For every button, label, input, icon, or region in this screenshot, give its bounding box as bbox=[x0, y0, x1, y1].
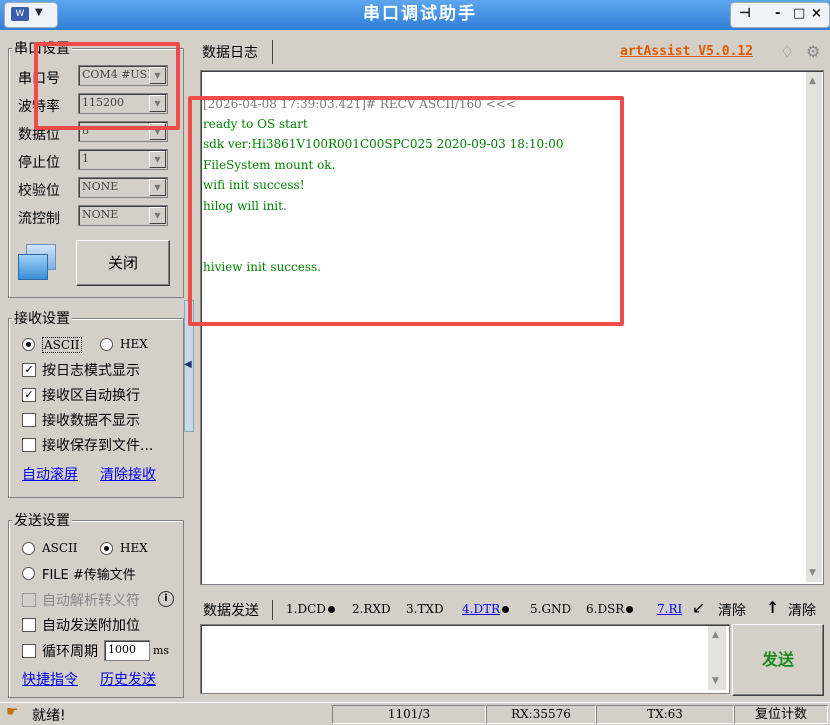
stopbits-label: 停止位 bbox=[18, 155, 60, 171]
pin-dsr: 6.DSR bbox=[586, 602, 634, 616]
send-file-radio[interactable] bbox=[22, 567, 35, 580]
auto-wrap-checkbox[interactable]: ✓ bbox=[22, 388, 36, 402]
status-ready: 就绪! bbox=[32, 708, 66, 724]
highlight-port-baud bbox=[34, 42, 180, 130]
send-button[interactable]: 发送 bbox=[732, 624, 824, 696]
receive-settings-title: 接收设置 bbox=[12, 308, 72, 328]
tab-data-log[interactable]: 数据日志 bbox=[198, 40, 273, 64]
port-status-icon bbox=[18, 244, 58, 280]
log-mode-checkbox[interactable]: ✓ bbox=[22, 363, 36, 377]
send-file-label: FILE #传输文件 bbox=[42, 568, 136, 583]
hide-data-checkbox[interactable] bbox=[22, 413, 36, 427]
send-hex-label: HEX bbox=[120, 541, 148, 555]
auto-scroll-link[interactable]: 自动滚屏 bbox=[22, 464, 78, 484]
save-file-checkbox[interactable] bbox=[22, 438, 36, 452]
send-settings-title: 发送设置 bbox=[12, 510, 72, 530]
log-scrollbar[interactable]: ▲ ▼ bbox=[806, 72, 822, 582]
stopbits-select[interactable]: 1 ▼ bbox=[78, 149, 168, 170]
pin-dcd: 1.DCD bbox=[286, 602, 335, 616]
divider bbox=[272, 600, 273, 620]
chevron-down-icon: ▼ bbox=[149, 179, 166, 196]
window-controls: ⊣ - □ × bbox=[730, 2, 830, 28]
send-input[interactable] bbox=[200, 624, 730, 694]
parity-label: 校验位 bbox=[18, 183, 60, 199]
clear-all-button[interactable]: 清除 bbox=[788, 600, 816, 620]
recv-ascii-label: ASCII bbox=[42, 337, 82, 353]
chevron-left-icon: ◀ bbox=[184, 359, 192, 370]
maximize-button[interactable]: □ bbox=[793, 6, 805, 21]
history-link[interactable]: 历史发送 bbox=[100, 669, 156, 689]
cycle-label: 循环周期 bbox=[42, 644, 98, 660]
pin-ri[interactable]: 7.RI bbox=[657, 602, 685, 616]
hide-data-label: 接收数据不显示 bbox=[42, 413, 140, 429]
status-tx: TX:63 bbox=[596, 705, 734, 724]
flow-label: 流控制 bbox=[18, 211, 60, 227]
minimize-button[interactable]: - bbox=[775, 6, 780, 21]
cycle-period-input[interactable]: 1000 bbox=[104, 640, 150, 661]
pin-icon[interactable]: ⊣ bbox=[739, 6, 751, 21]
auto-wrap-label: 接收区自动换行 bbox=[42, 388, 140, 404]
save-file-label: 接收保存到文件... bbox=[42, 438, 154, 454]
send-tab-label: 数据发送 bbox=[203, 603, 259, 619]
scroll-up-icon[interactable]: ▲ bbox=[809, 76, 816, 86]
chevron-down-icon: ▼ bbox=[35, 7, 43, 18]
status-rx: RX:35576 bbox=[486, 705, 596, 724]
log-mode-label: 按日志模式显示 bbox=[42, 363, 140, 379]
pin-dtr[interactable]: 4.DTR bbox=[462, 602, 510, 616]
reset-count-button[interactable]: 复位计数 bbox=[734, 705, 828, 724]
recv-hex-radio[interactable] bbox=[100, 338, 113, 351]
settings-icon[interactable]: ⚙ bbox=[806, 42, 820, 61]
recv-hex-label: HEX bbox=[120, 337, 148, 351]
chevron-down-icon: ▼ bbox=[149, 207, 166, 224]
hand-icon: ☛ bbox=[6, 704, 19, 720]
diamond-icon[interactable]: ♢ bbox=[780, 42, 794, 61]
status-bar: ☛ 就绪! 1101/3 RX:35576 TX:63 复位计数 bbox=[0, 702, 830, 724]
cycle-checkbox[interactable] bbox=[22, 644, 36, 658]
send-scrollbar[interactable]: ▲ ▼ bbox=[708, 626, 726, 690]
cycle-unit: ms bbox=[153, 644, 170, 657]
status-count: 1101/3 bbox=[332, 705, 486, 724]
flow-select[interactable]: NONE ▼ bbox=[78, 205, 168, 226]
brand-link[interactable]: artAssist V5.0.12 bbox=[620, 44, 753, 59]
scroll-down-icon[interactable]: ▼ bbox=[809, 568, 816, 578]
title-bar: W ▼ 串口调试助手 ⊣ - □ × bbox=[0, 0, 830, 30]
send-ascii-radio[interactable] bbox=[22, 542, 35, 555]
recv-ascii-radio[interactable] bbox=[22, 338, 35, 351]
close-port-button[interactable]: 关闭 bbox=[76, 240, 170, 286]
pin-txd: 3.TXD bbox=[406, 602, 444, 616]
pin-rxd: 2.RXD bbox=[352, 602, 391, 616]
window-title: 串口调试助手 bbox=[363, 4, 477, 24]
send-toolbar: 数据发送 1.DCD 2.RXD 3.TXD 4.DTR 5.GND 6.DSR… bbox=[200, 598, 824, 622]
auto-escape-checkbox[interactable] bbox=[22, 593, 36, 607]
highlight-log-output bbox=[188, 96, 624, 326]
send-ascii-label: ASCII bbox=[42, 541, 78, 555]
clear-up-icon[interactable]: ↑ bbox=[766, 598, 779, 617]
clear-send-button[interactable]: 清除 bbox=[718, 600, 746, 620]
append-check-checkbox[interactable] bbox=[22, 618, 36, 632]
chevron-down-icon: ▼ bbox=[149, 151, 166, 168]
clear-receive-link[interactable]: 清除接收 bbox=[100, 464, 156, 484]
shortcuts-link[interactable]: 快捷指令 bbox=[22, 669, 78, 689]
clear-left-icon[interactable]: ↙ bbox=[692, 598, 705, 617]
parity-select[interactable]: NONE ▼ bbox=[78, 177, 168, 198]
info-icon[interactable]: i bbox=[158, 591, 174, 607]
send-hex-radio[interactable] bbox=[100, 542, 113, 555]
app-icon: W bbox=[11, 7, 29, 21]
append-check-label: 自动发送附加位 bbox=[42, 618, 140, 634]
scroll-up-icon[interactable]: ▲ bbox=[712, 630, 719, 640]
system-menu[interactable]: W ▼ bbox=[4, 2, 58, 28]
pin-gnd: 5.GND bbox=[530, 602, 572, 616]
scroll-down-icon[interactable]: ▼ bbox=[712, 676, 719, 686]
auto-escape-label: 自动解析转义符 bbox=[42, 593, 140, 609]
close-button[interactable]: × bbox=[811, 6, 822, 21]
